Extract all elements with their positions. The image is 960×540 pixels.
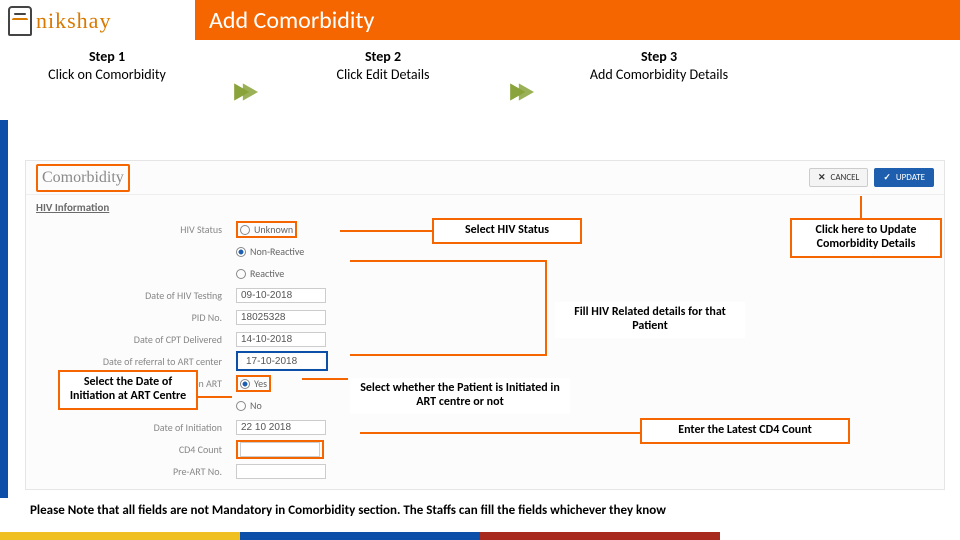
arrow-icon — [508, 79, 534, 105]
label-date-hiv: Date of HIV Testing — [36, 289, 236, 302]
app-logo: nikshay — [8, 4, 183, 38]
row-date-hiv-test: Date of HIV Testing — [36, 284, 934, 306]
callout-date-init: Select the Date of Initiation at ART Cen… — [58, 370, 198, 410]
step-3: Step 3 Add Comorbidity Details — [584, 48, 734, 116]
step-2: Step 2 Click Edit Details — [308, 48, 458, 116]
connector — [860, 196, 862, 220]
step-3-title: Step 3 — [584, 48, 734, 65]
steps-row: Step 1 Click on Comorbidity Step 2 Click… — [0, 40, 960, 116]
label-cpt: Date of CPT Delivered — [36, 333, 236, 346]
callout-fill-hiv: Fill HIV Related details for that Patien… — [555, 302, 745, 338]
title-bar: Add Comorbidity — [195, 0, 960, 40]
opt-no: No — [250, 399, 262, 412]
page-title: Add Comorbidity — [209, 6, 374, 35]
label-cd4: CD4 Count — [36, 443, 236, 456]
row-cpt: Date of CPT Delivered — [36, 328, 934, 350]
callout-update: Click here to Update Comorbidity Details — [790, 218, 942, 258]
footer-accent — [0, 532, 960, 540]
label-date-init: Date of Initiation — [36, 421, 236, 434]
step-1: Step 1 Click on Comorbidity — [32, 48, 182, 116]
step-3-desc: Add Comorbidity Details — [584, 67, 734, 83]
row-preart: Pre-ART No. — [36, 460, 934, 482]
label-pid: PID No. — [36, 311, 236, 324]
callout-initiated: Select whether the Patient is Initiated … — [350, 378, 570, 414]
arrow-icon — [232, 79, 258, 105]
cd4-highlight — [236, 440, 324, 459]
radio-non-reactive[interactable] — [236, 247, 246, 257]
radio-unknown[interactable] — [240, 225, 250, 235]
step-2-title: Step 2 — [308, 48, 458, 65]
input-art-ref[interactable] — [242, 355, 322, 368]
step-1-desc: Click on Comorbidity — [32, 67, 182, 83]
tab-comorbidity[interactable]: Comorbidity — [36, 164, 130, 192]
label-hiv-status: HIV Status — [36, 223, 236, 236]
radio-yes[interactable] — [240, 379, 250, 389]
connector — [545, 260, 547, 356]
opt-non-reactive: Non-Reactive — [250, 245, 304, 258]
radio-no[interactable] — [236, 401, 246, 411]
update-button[interactable]: UPDATE — [874, 168, 934, 187]
callout-cd4: Enter the Latest CD4 Count — [640, 418, 850, 444]
step-1-title: Step 1 — [32, 48, 182, 65]
connector — [340, 230, 432, 232]
callout-hiv-status: Select HIV Status — [432, 218, 582, 244]
label-preart: Pre-ART No. — [36, 465, 236, 478]
label-art-ref: Date of referral to ART center — [36, 355, 236, 368]
step-2-desc: Click Edit Details — [308, 67, 458, 83]
cancel-button[interactable]: CANCEL — [809, 168, 868, 187]
connector — [302, 378, 348, 380]
initiated-highlight: Yes — [236, 375, 271, 392]
hiv-status-highlight: Unknown — [236, 221, 297, 238]
radio-reactive[interactable] — [236, 269, 246, 279]
input-cpt[interactable] — [236, 332, 326, 347]
footer-note: Please Note that all fields are not Mand… — [30, 503, 930, 518]
input-pid[interactable] — [236, 310, 326, 325]
input-preart[interactable] — [236, 464, 326, 479]
art-ref-highlight — [236, 351, 328, 371]
connector — [350, 260, 545, 262]
input-date-init[interactable] — [236, 420, 326, 435]
logo-text: nikshay — [36, 8, 111, 34]
phone-icon — [8, 6, 32, 36]
row-pid: PID No. — [36, 306, 934, 328]
opt-yes: Yes — [254, 377, 267, 390]
opt-reactive: Reactive — [250, 267, 284, 280]
screenshot-toolbar: Comorbidity CANCEL UPDATE — [26, 161, 944, 195]
header: nikshay Add Comorbidity — [0, 0, 960, 40]
connector — [350, 354, 545, 356]
connector — [198, 396, 232, 398]
connector — [360, 432, 640, 434]
hiv-status-options: Unknown — [236, 223, 297, 236]
opt-unknown: Unknown — [254, 223, 293, 236]
accent-sidebar — [0, 120, 8, 498]
input-date-hiv[interactable] — [236, 288, 326, 303]
section-heading: HIV Information — [26, 195, 944, 216]
input-cd4[interactable] — [240, 442, 320, 457]
action-buttons: CANCEL UPDATE — [809, 168, 934, 187]
